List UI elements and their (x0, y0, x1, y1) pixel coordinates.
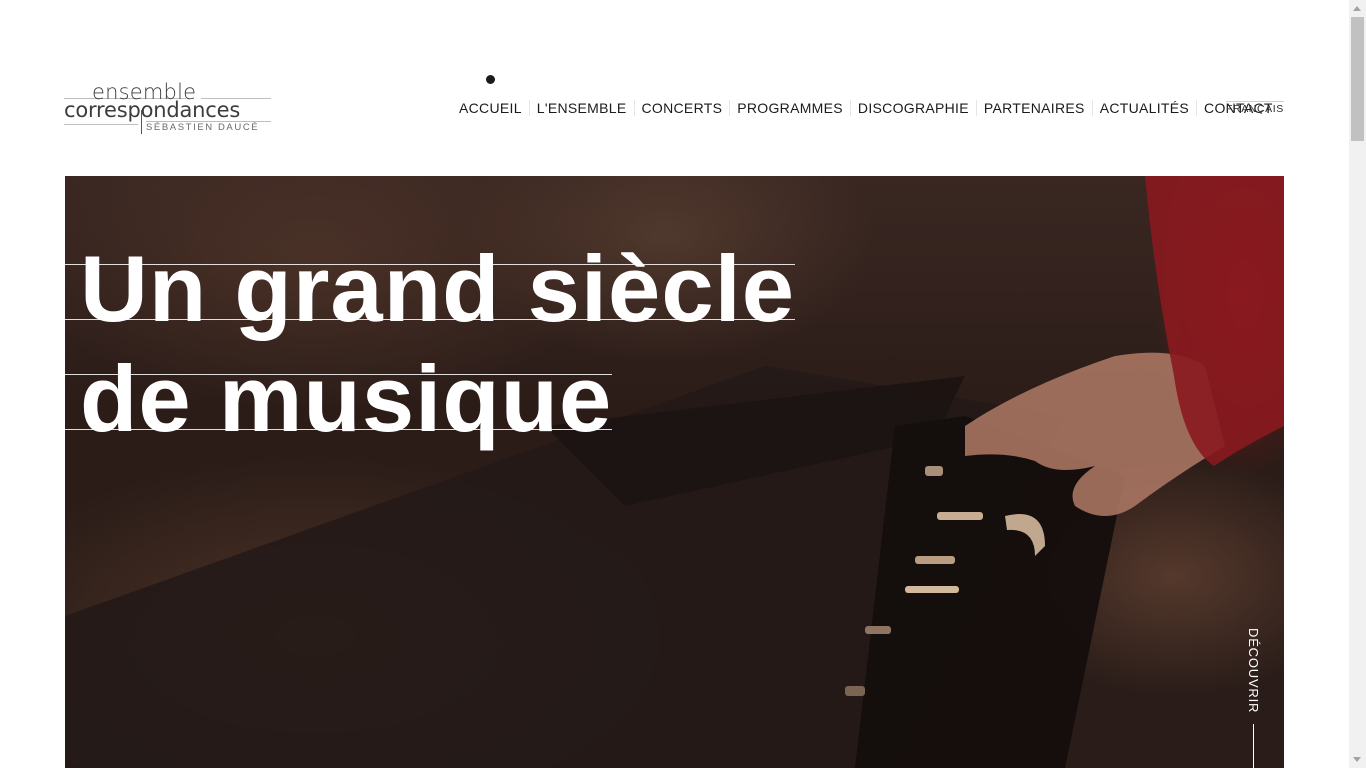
active-indicator-dot (485, 75, 495, 84)
nav-item-label: L'ENSEMBLE (536, 100, 627, 116)
logo-bar (141, 110, 142, 134)
scrollbar[interactable] (1349, 0, 1366, 768)
hero-banner: Un grand siècle de musique DÉCOUVRIR (65, 176, 1284, 768)
logo-director-text: SÉBASTIEN DAUCÉ (146, 122, 260, 133)
nav-item-label: PROGRAMMES (737, 100, 843, 116)
nav-item-label: PARTENAIRES (983, 100, 1085, 116)
nav-item-label: DISCOGRAPHIE (857, 100, 969, 116)
hero-title: Un grand siècle de musique (65, 234, 795, 454)
discover-label: DÉCOUVRIR (1246, 628, 1261, 714)
nav-item-concerts[interactable]: CONCERTS (635, 100, 731, 116)
scroll-down-arrow-icon[interactable] (1353, 757, 1361, 762)
page: ensemble correspondances SÉBASTIEN DAUCÉ… (0, 0, 1366, 768)
hero-title-line-2: de musique (65, 344, 613, 454)
nav-item-label: ACCUEIL (459, 100, 522, 116)
nav-item-partenaires[interactable]: PARTENAIRES (977, 100, 1093, 116)
scroll-up-arrow-icon[interactable] (1353, 6, 1361, 11)
nav-item-ensemble[interactable]: L'ENSEMBLE (530, 100, 635, 116)
language-switcher[interactable]: FRANÇAIS (1226, 101, 1284, 115)
nav-item-accueil[interactable]: ACCUEIL (452, 75, 530, 116)
main-nav: ACCUEIL L'ENSEMBLE CONCERTS PROGRAMMES D… (452, 75, 1280, 118)
discover-button[interactable]: DÉCOUVRIR (1244, 628, 1264, 718)
nav-item-label: ACTUALITÉS (1099, 100, 1190, 116)
nav-item-programmes[interactable]: PROGRAMMES (730, 100, 851, 116)
logo-rule (64, 124, 138, 125)
logo-correspondances-text: correspondances (64, 98, 241, 122)
nav-item-discographie[interactable]: DISCOGRAPHIE (851, 100, 977, 116)
nav-item-label: CONCERTS (641, 100, 723, 116)
nav-item-actualites[interactable]: ACTUALITÉS (1093, 100, 1198, 116)
scrollbar-thumb[interactable] (1351, 17, 1364, 141)
site-logo[interactable]: ensemble correspondances SÉBASTIEN DAUCÉ (64, 80, 272, 136)
discover-line (1253, 724, 1254, 768)
hero-title-line-1: Un grand siècle (65, 234, 795, 344)
